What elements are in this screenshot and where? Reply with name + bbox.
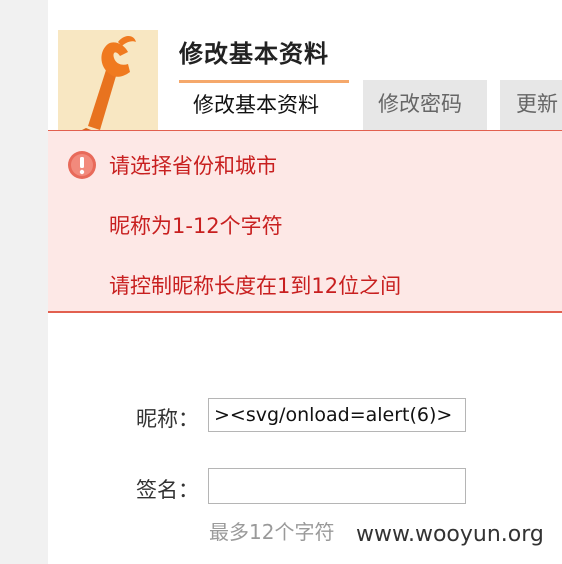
tab-basic-info[interactable]: 修改基本资料	[179, 80, 349, 130]
error-message: 昵称为1-12个字符	[109, 214, 283, 238]
nickname-label: 昵称：	[136, 407, 199, 431]
error-circle-icon	[67, 150, 97, 180]
error-message: 请选择省份和城市	[109, 154, 277, 178]
error-message: 请控制昵称长度在1到12位之间	[109, 274, 402, 298]
page-title: 修改基本资料	[179, 40, 329, 68]
avatar[interactable]	[58, 30, 158, 132]
tab-change-password[interactable]: 修改密码	[363, 80, 487, 130]
signature-input[interactable]	[208, 468, 466, 504]
tab-update[interactable]: 更新	[500, 80, 562, 130]
watermark: www.wooyun.org	[356, 522, 544, 547]
nickname-input[interactable]	[208, 398, 466, 432]
lobster-logo-icon	[58, 30, 158, 132]
signature-label: 签名：	[136, 478, 199, 502]
signature-hint: 最多12个字符	[209, 520, 335, 544]
